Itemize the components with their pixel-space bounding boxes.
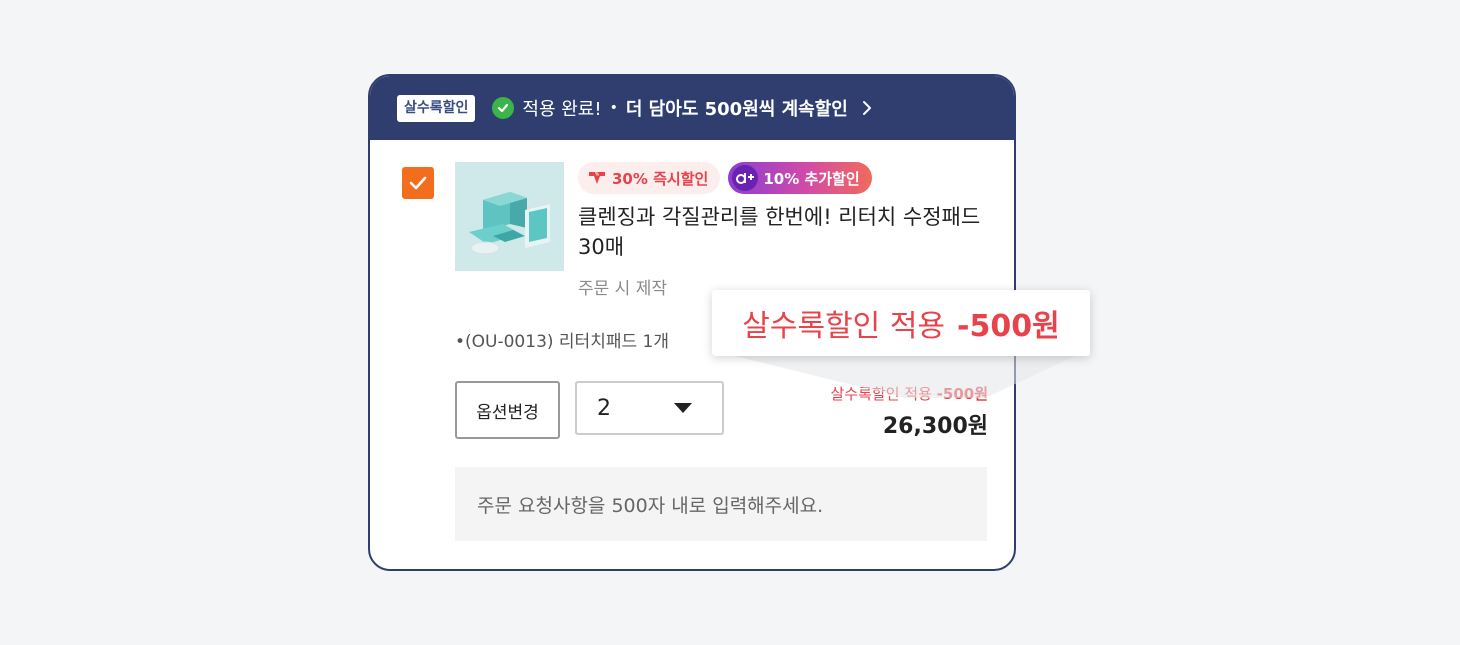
product-title[interactable]: 클렌징과 각질관리를 한번에! 리터치 수정패드 30매 [578,202,998,262]
callout-label: 살수록할인 적용 [742,309,946,344]
item-checkbox[interactable] [402,167,434,199]
chevron-right-icon[interactable] [862,100,872,116]
discount-badges: % 30% 즉시할인 10% 추가할인 [578,162,872,194]
quantity-select[interactable]: 2 [575,381,724,435]
check-circle-icon [492,97,515,119]
item-price: 26,300원 [882,414,988,439]
change-option-button[interactable]: 옵션변경 [455,381,560,439]
callout-amount: -500원 [957,309,1060,344]
instant-discount-label: 30% 즉시할인 [612,169,709,188]
brand-plus-icon [732,165,759,191]
made-to-order-note: 주문 시 제작 [578,279,668,299]
banner-promo: 더 담아도 500원씩 계속할인 [625,99,848,120]
discount-note-label: 살수록할인 적용 [830,385,932,403]
checkmark-icon [409,176,427,190]
discount-note-amount: -500원 [936,385,988,403]
order-request-input[interactable]: 주문 요청사항을 500자 내로 입력해주세요. [455,467,987,541]
extra-discount-badge: 10% 추가할인 [728,162,872,194]
discount-banner[interactable]: 살수록할인 적용 완료! • 더 담아도 500원씩 계속할인 [370,76,1014,140]
instant-discount-badge: % 30% 즉시할인 [578,162,721,194]
discount-arrow-icon: % [589,172,605,184]
selected-option: •(OU-0013) 리터치패드 1개 [455,332,669,352]
discount-note: 살수록할인 적용 -500원 [831,383,989,404]
banner-status: 적용 완료! [522,99,602,120]
product-thumbnail[interactable] [455,162,564,271]
banner-separator: • [609,100,618,116]
discount-tag: 살수록할인 [397,94,476,122]
extra-discount-label: 10% 추가할인 [763,169,860,188]
svg-text:%: % [595,172,599,177]
caret-down-icon [674,403,692,413]
quantity-value: 2 [597,395,611,421]
discount-callout: 살수록할인 적용 -500원 [712,290,1090,356]
